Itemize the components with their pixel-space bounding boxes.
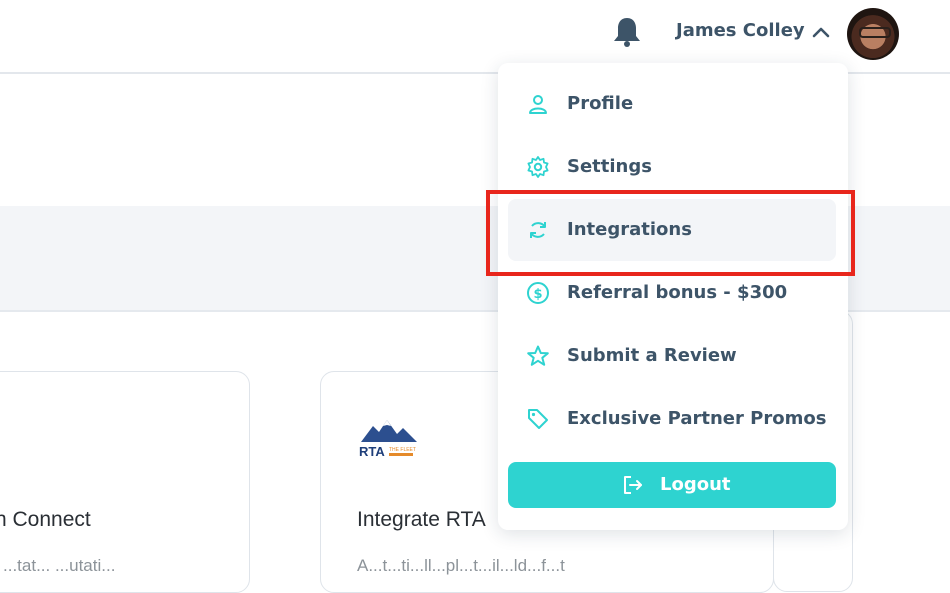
user-menu-name[interactable]: James Colley (676, 20, 805, 41)
dollar-circle-icon: $ (526, 281, 550, 305)
menu-item-label: Profile (567, 93, 634, 114)
integration-card-title: n Connect (0, 508, 91, 531)
menu-item-settings[interactable]: Settings (508, 136, 836, 198)
user-dropdown-menu: Profile Settings Integrations $ Referral… (498, 63, 848, 530)
sync-icon (526, 218, 550, 242)
menu-item-label: Exclusive Partner Promos (567, 408, 827, 429)
logout-button[interactable]: Logout (508, 462, 836, 508)
rta-logo: RTA THE FLEET (357, 416, 421, 460)
integration-card[interactable]: n Connect ...tat... ...utati... (0, 371, 250, 593)
menu-item-label: Submit a Review (567, 345, 737, 366)
menu-item-integrations[interactable]: Integrations (508, 199, 836, 261)
menu-item-profile[interactable]: Profile (508, 73, 836, 135)
menu-item-label: Settings (567, 156, 652, 177)
chevron-up-icon[interactable] (810, 24, 832, 40)
menu-item-referral-bonus[interactable]: $ Referral bonus - $300 (508, 262, 836, 324)
menu-item-label: Integrations (567, 219, 692, 240)
user-icon (526, 92, 550, 116)
svg-text:$: $ (533, 287, 542, 302)
rta-logo-tagline: THE FLEET (389, 447, 416, 453)
integration-card-description: A...t...ti...ll...pl...t...il...ld...f..… (357, 556, 565, 575)
user-avatar[interactable] (847, 8, 899, 60)
notifications-bell-icon[interactable] (610, 15, 644, 49)
gear-icon (526, 155, 550, 179)
logout-icon (622, 474, 644, 496)
logout-label: Logout (660, 474, 731, 495)
integration-card-description: ...tat... ...utati... (3, 556, 116, 575)
star-icon (526, 344, 550, 368)
integration-card-title: Integrate RTA (357, 508, 486, 531)
menu-item-submit-review[interactable]: Submit a Review (508, 325, 836, 387)
tag-icon (526, 407, 550, 431)
rta-logo-text: RTA (359, 444, 385, 459)
menu-item-partner-promos[interactable]: Exclusive Partner Promos (508, 388, 836, 450)
menu-item-label: Referral bonus - $300 (567, 282, 788, 303)
